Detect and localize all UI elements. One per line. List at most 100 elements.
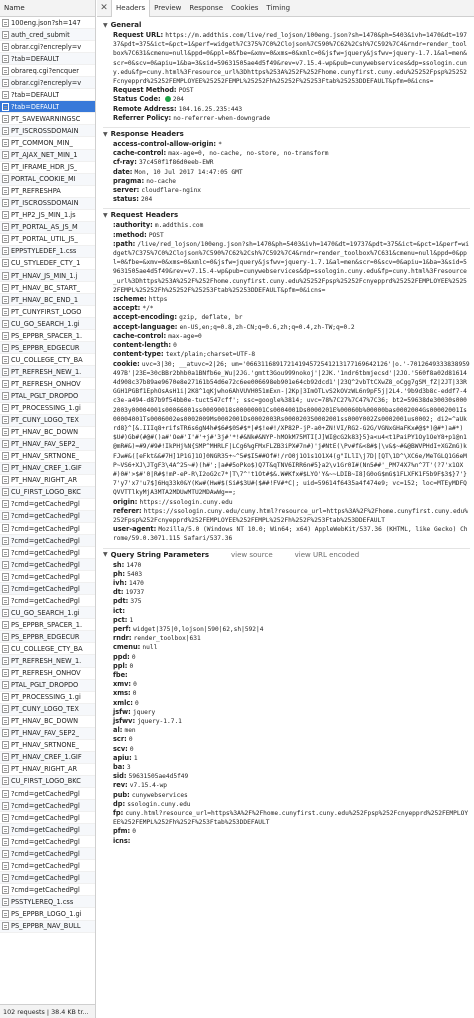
request-row[interactable]: PT_HNAV_JS_MIN_1.j — [0, 269, 95, 283]
request-row[interactable]: PT_REFRESH_NEW_1. — [0, 655, 95, 668]
header-key: Remote Address: — [113, 104, 177, 113]
header-key: access-control-allow-origin: — [113, 140, 217, 149]
request-row[interactable]: PT_HNAV_BC_START_ — [0, 282, 95, 295]
request-row[interactable]: CU_GO_SEARCH_1.gi — [0, 607, 95, 620]
request-row[interactable]: PORTAL_COOKIE_MI — [0, 173, 95, 186]
request-row[interactable]: ?cmd=getCachedPgl — [0, 836, 95, 849]
request-row[interactable]: ?cmd=getCachedPgl — [0, 523, 95, 536]
request-row[interactable]: PT_PORTAL_UTIL_JS_ — [0, 234, 95, 246]
request-row[interactable]: PT_PROCESSING_1.gi — [0, 692, 95, 704]
file-icon — [2, 440, 9, 449]
tab-preview[interactable]: Preview — [150, 0, 185, 16]
request-row[interactable]: PS_EPPBR_SPACER_1. — [0, 330, 95, 343]
request-name: CU_COLLEGE_CTY_BA — [11, 355, 83, 364]
request-row[interactable]: PT_ISCROSSDOMAIN — [0, 197, 95, 210]
request-row[interactable]: PT_CUNY_LOGO_TEX — [0, 703, 95, 716]
request-name: PT_HNAV_SRTNONE_ — [11, 452, 79, 461]
request-row[interactable]: PS_EPPBR_LOGO_1.gi — [0, 908, 95, 921]
file-icon — [2, 404, 9, 413]
request-row[interactable]: PT_HNAV_FAV_SEP2_ — [0, 727, 95, 740]
request-row[interactable]: PT_HNAV_BC_DOWN — [0, 427, 95, 439]
request-row[interactable]: ?cmd=getCachedPgl — [0, 595, 95, 608]
request-row[interactable]: PT_REFRESH_ONHOV — [0, 378, 95, 391]
request-row[interactable]: CU_FIRST_LOGO_BKC — [0, 775, 95, 788]
request-row[interactable]: PT_SAVEWARNINGSC — [0, 113, 95, 126]
file-icon — [2, 18, 9, 27]
request-row[interactable]: CU_GO_SEARCH_1.gi — [0, 318, 95, 331]
header-row: cf-ray: 37c450f1f86d0eeb-EWR — [103, 158, 470, 167]
header-row: fbe: — [103, 671, 470, 680]
header-value: cunywebservices — [131, 791, 188, 799]
request-row[interactable]: PT_HNAV_FAV_SEP2_ — [0, 438, 95, 451]
request-row[interactable]: PT_HNAV_RIGHT_AR — [0, 475, 95, 487]
request-row[interactable]: ?cmd=getCachedPgl — [0, 860, 95, 873]
request-row[interactable]: ?tab=DEFAULT — [0, 101, 95, 114]
request-row[interactable]: PT_REFRESH_ONHOV — [0, 668, 95, 680]
request-row[interactable]: PT_HNAV_BC_DOWN — [0, 716, 95, 728]
request-row[interactable]: ?cmd=getCachedPgl — [0, 535, 95, 548]
request-row[interactable]: ?cmd=getCachedPgl — [0, 812, 95, 825]
request-row[interactable]: EPPSTYLEDEF_1.css — [0, 245, 95, 258]
tab-headers[interactable]: Headers — [111, 0, 151, 17]
request-row[interactable]: PT_AJAX_NET_MIN_1 — [0, 149, 95, 162]
request-row[interactable]: PT_COMMON_MIN_ — [0, 137, 95, 150]
header-row: cookie: uvc=3|30; __atuvc=2|26; um='0663… — [103, 360, 470, 498]
request-row[interactable]: obrar.cgi?encreply=v — [0, 41, 95, 54]
response-headers-section-header[interactable]: ▼ Response Headers — [103, 127, 470, 140]
request-row[interactable]: PT_HNAV_SRTNONE_ — [0, 451, 95, 463]
request-row[interactable]: 100eng.json?sh=147 — [0, 17, 95, 30]
request-row[interactable]: PT_HNAV_CREF_1.GIF — [0, 751, 95, 764]
request-row[interactable]: ?cmd=getCachedPgl — [0, 824, 95, 837]
request-row[interactable]: ?cmd=getCachedPgl — [0, 848, 95, 861]
request-row[interactable]: PS_EPPBR_EDGECUR — [0, 631, 95, 644]
request-row[interactable]: ?cmd=getCachedPgl — [0, 499, 95, 511]
request-row[interactable]: PS_EPPBR_EDGECUR — [0, 342, 95, 355]
request-row[interactable]: PT_IFRAME_HDR_JS_ — [0, 162, 95, 174]
request-row[interactable]: PT_REFRESHPA — [0, 186, 95, 198]
request-row[interactable]: obrar.cgi?encreply=v — [0, 77, 95, 90]
request-row[interactable]: obrareq.cgi?encquer — [0, 65, 95, 78]
request-row[interactable]: CU_COLLEGE_CTY_BA — [0, 643, 95, 656]
request-row[interactable]: PT_ISCROSSDOMAIN — [0, 125, 95, 138]
request-row[interactable]: PT_PROCESSING_1.gi — [0, 403, 95, 415]
request-row[interactable]: PS_EPPBR_SPACER_1. — [0, 619, 95, 632]
general-section-header[interactable]: ▼ General — [103, 19, 470, 31]
view-url-encoded-link[interactable]: view URL encoded — [295, 551, 360, 559]
view-source-link[interactable]: view source — [231, 551, 273, 559]
request-row[interactable]: ?cmd=getCachedPgl — [0, 872, 95, 885]
close-icon[interactable]: ✕ — [97, 0, 111, 16]
name-column-header[interactable]: Name — [0, 0, 95, 17]
request-row[interactable]: PT_CUNY_LOGO_TEX — [0, 414, 95, 427]
request-row[interactable]: CU_FIRST_LOGO_BKC — [0, 486, 95, 499]
request-row[interactable]: PT_CUNYFIRST_LOGO — [0, 306, 95, 319]
request-row[interactable]: ?cmd=getCachedPgl — [0, 571, 95, 584]
request-row[interactable]: ?cmd=getCachedPgl — [0, 788, 95, 801]
request-row[interactable]: PT_HNAV_RIGHT_AR — [0, 764, 95, 776]
request-row[interactable]: PT_HNAV_SRTNONE_ — [0, 740, 95, 752]
request-row[interactable]: CU_COLLEGE_CTY_BA — [0, 354, 95, 367]
request-row[interactable]: ?tab=DEFAULT — [0, 89, 95, 102]
tab-response[interactable]: Response — [185, 0, 227, 16]
request-row[interactable]: ?cmd=getCachedPgl — [0, 559, 95, 572]
request-row[interactable]: ?cmd=getCachedPgl — [0, 800, 95, 813]
tab-cookies[interactable]: Cookies — [227, 0, 262, 16]
request-row[interactable]: PT_REFRESH_NEW_1. — [0, 366, 95, 379]
request-row[interactable]: ?cmd=getCachedPgl — [0, 884, 95, 897]
request-row[interactable]: PT_HNAV_CREF_1.GIF — [0, 462, 95, 475]
request-row[interactable]: PT_HP2_JS_MIN_1.js — [0, 210, 95, 222]
request-row[interactable]: PTAL_PGLT_DROPDO — [0, 390, 95, 403]
query-string-section-header[interactable]: ▼ Query String Parameters view source vi… — [103, 547, 470, 561]
request-row[interactable]: ?cmd=getCachedPgl — [0, 510, 95, 523]
request-headers-section-header[interactable]: ▼ Request Headers — [103, 208, 470, 221]
request-row[interactable]: PT_PORTAL_AS_JS_M — [0, 221, 95, 234]
request-row[interactable]: auth_cred_submit — [0, 29, 95, 42]
request-row[interactable]: PT_HNAV_BC_END_1 — [0, 294, 95, 307]
request-row[interactable]: ?tab=DEFAULT — [0, 53, 95, 66]
request-row[interactable]: PTAL_PGLT_DROPDO — [0, 679, 95, 692]
request-row[interactable]: PSSTYLEREQ_1.css — [0, 896, 95, 909]
tab-timing[interactable]: Timing — [262, 0, 294, 16]
request-row[interactable]: PS_EPPBR_NAV_BULL — [0, 920, 95, 933]
request-row[interactable]: CU_STYLEDEF_CTY_1 — [0, 258, 95, 270]
request-row[interactable]: ?cmd=getCachedPgl — [0, 547, 95, 560]
request-row[interactable]: ?cmd=getCachedPgl — [0, 583, 95, 596]
